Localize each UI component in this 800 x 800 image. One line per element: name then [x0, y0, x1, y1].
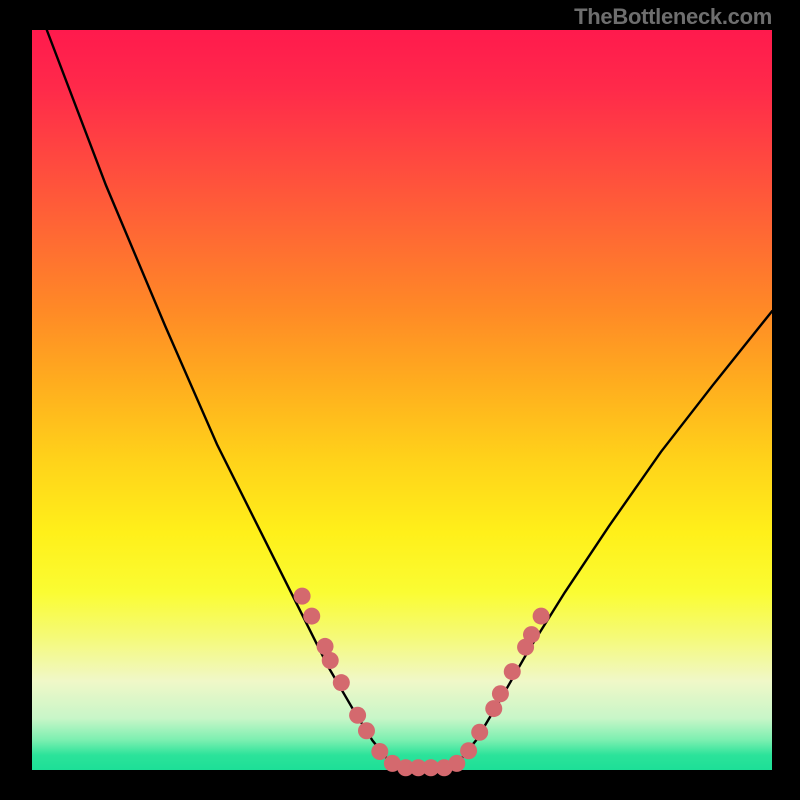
data-marker: [504, 663, 521, 680]
v-curve-path: [47, 30, 772, 768]
data-marker: [492, 685, 509, 702]
data-marker: [303, 608, 320, 625]
data-marker: [322, 652, 339, 669]
data-marker: [358, 722, 375, 739]
data-marker: [471, 724, 488, 741]
data-marker: [523, 626, 540, 643]
data-marker: [333, 674, 350, 691]
data-marker: [448, 755, 465, 772]
plot-area: [32, 30, 772, 770]
data-marker: [460, 742, 477, 759]
bottleneck-curve: [47, 30, 772, 768]
data-marker: [485, 700, 502, 717]
data-marker: [349, 707, 366, 724]
data-marker: [294, 588, 311, 605]
curve-canvas: [32, 30, 772, 770]
data-marker: [533, 608, 550, 625]
attribution-text: TheBottleneck.com: [574, 4, 772, 30]
data-marker: [371, 743, 388, 760]
chart-frame: TheBottleneck.com: [0, 0, 800, 800]
